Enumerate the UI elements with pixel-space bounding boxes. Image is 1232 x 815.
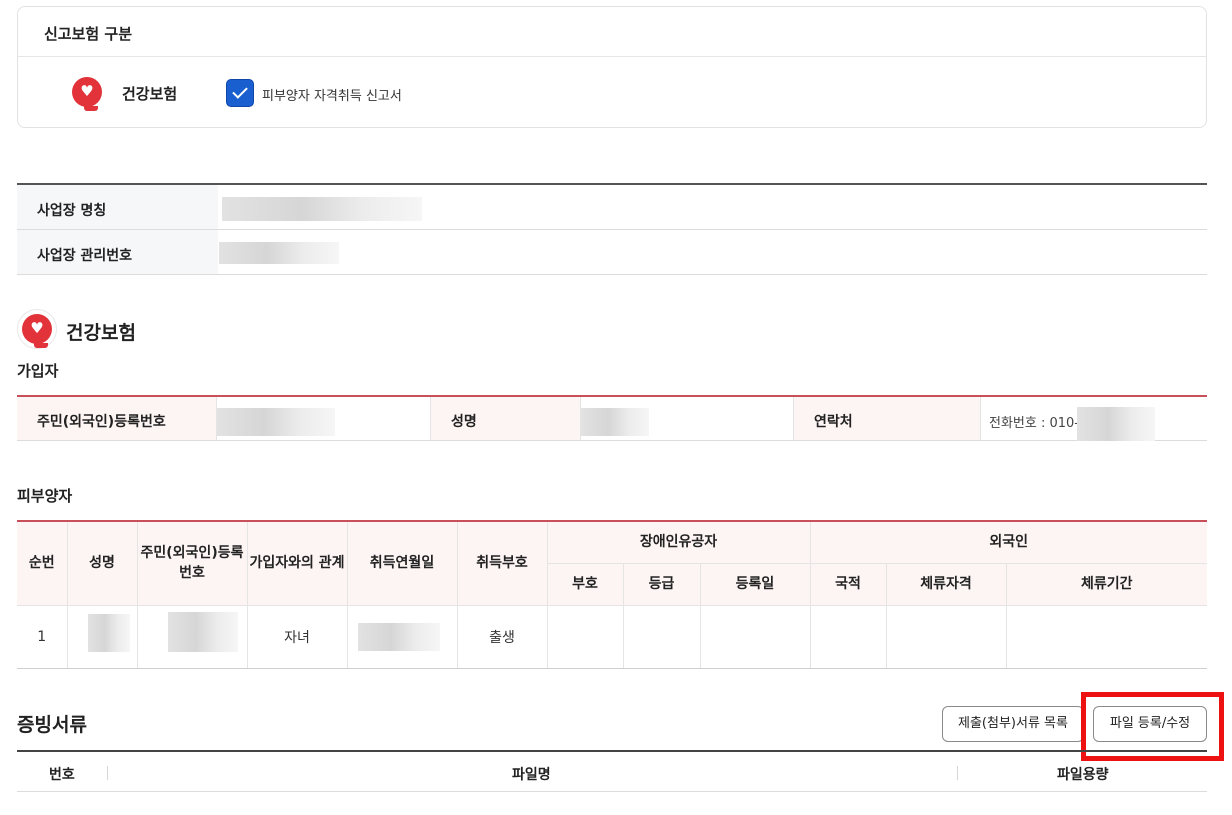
insurance-type-row: 건강보험 피부양자 자격취득 신고서 (18, 57, 1206, 128)
row-disabled-code (546, 604, 624, 669)
col-disabled-grade: 등급 (622, 563, 701, 606)
subscriber-contact-text: 전화번호 : 010- (989, 416, 1079, 431)
col-disabled-reg-date: 등록일 (699, 563, 811, 606)
dependents-heading: 피부양자 (17, 487, 73, 505)
row-stay-status (885, 604, 1007, 669)
dependent-acquisition-checkbox-label[interactable]: 피부양자 자격취득 신고서 (262, 85, 402, 104)
row-stay-period (1005, 604, 1207, 669)
workplace-number-value-redacted (218, 230, 1207, 274)
insurance-type-name: 건강보험 (122, 85, 178, 103)
col-doc-no: 번호 (49, 767, 75, 783)
col-name: 성명 (66, 521, 138, 606)
subscriber-rrn-label: 주민(외국인)등록번호 (17, 397, 217, 440)
section-logo-frame (17, 309, 57, 349)
col-rrn: 주민(외국인)등록번호 (136, 521, 248, 606)
workplace-name-row: 사업장 명칭 (17, 185, 1207, 230)
subscriber-name-value-redacted (581, 397, 794, 440)
col-relation: 가입자와의 관계 (246, 521, 348, 606)
col-doc-size: 파일용량 (1057, 767, 1109, 783)
workplace-name-label: 사업장 명칭 (17, 185, 218, 229)
col-nationality: 국적 (809, 563, 887, 606)
row-relation: 자녀 (246, 604, 348, 669)
workplace-number-label: 사업장 관리번호 (17, 230, 218, 274)
workplace-info-table: 사업장 명칭 사업장 관리번호 (17, 183, 1207, 275)
subscriber-contact-value: 전화번호 : 010- (981, 397, 1207, 441)
dependent-acquisition-checkbox[interactable] (226, 79, 254, 107)
health-insurance-logo-icon (72, 77, 102, 111)
table-row: 1 자녀 출생 (17, 604, 1207, 669)
col-doc-filename: 파일명 (512, 767, 551, 783)
subscriber-table: 주민(외국인)등록번호 성명 연락처 전화번호 : 010- (17, 395, 1207, 441)
subscriber-contact-label: 연락처 (794, 397, 981, 440)
row-disabled-grade (622, 604, 701, 669)
col-stay-period: 체류기간 (1005, 563, 1207, 606)
col-disabled-code: 부호 (547, 563, 624, 606)
col-group-disabled: 장애인유공자 (546, 521, 811, 564)
workplace-name-value-redacted (218, 185, 1207, 229)
documents-heading: 증빙서류 (17, 714, 87, 736)
documents-table-header: 번호 파일명 파일용량 (17, 750, 1207, 792)
subscriber-heading: 가입자 (17, 362, 59, 380)
dependents-table: 순번 성명 주민(외국인)등록번호 가입자와의 관계 취득연월일 취득부호 장애… (17, 520, 1207, 669)
row-name-redacted (66, 604, 138, 669)
row-acq-code: 출생 (456, 604, 548, 669)
health-insurance-section-icon (22, 314, 52, 348)
col-acq-date: 취득연월일 (346, 521, 458, 606)
row-nationality (809, 604, 887, 669)
subscriber-rrn-value-redacted (217, 397, 431, 440)
subscriber-name-label: 성명 (431, 397, 581, 440)
row-disabled-reg-date (699, 604, 811, 669)
insurance-type-panel: 신고보험 구분 건강보험 피부양자 자격취득 신고서 (17, 6, 1207, 128)
col-group-foreigner: 외국인 (809, 521, 1207, 564)
insurance-type-heading: 신고보험 구분 (18, 7, 1206, 57)
col-acq-code: 취득부호 (456, 521, 548, 606)
col-stay-status: 체류자격 (885, 563, 1007, 606)
workplace-number-row: 사업장 관리번호 (17, 230, 1207, 275)
section-title: 건강보험 (66, 322, 136, 344)
document-list-button[interactable]: 제출(첨부)서류 목록 (942, 706, 1084, 742)
row-seq: 1 (17, 604, 68, 669)
row-rrn-redacted (136, 604, 248, 669)
row-acq-date-redacted (346, 604, 458, 669)
col-seq: 순번 (17, 521, 68, 606)
